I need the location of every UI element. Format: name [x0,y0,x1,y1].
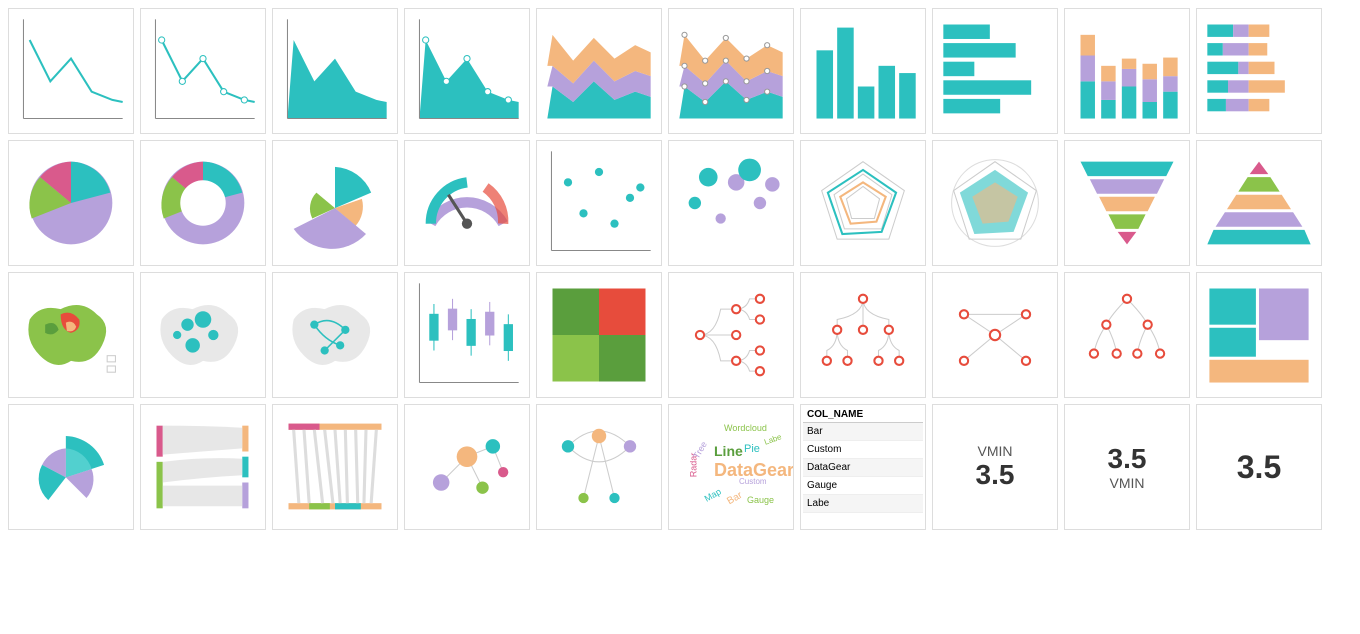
table-row[interactable]: Labe [803,495,923,513]
metric-label: VMIN [1110,475,1145,491]
chart-radar-filled[interactable] [932,140,1058,266]
table-row[interactable]: Gauge [803,477,923,495]
chart-map-lines[interactable] [272,272,398,398]
chart-heatmap[interactable] [536,272,662,398]
chart-metric-2[interactable]: 3.5 VMIN [1064,404,1190,530]
chart-tree-binary[interactable] [1064,272,1190,398]
chart-funnel[interactable] [1064,140,1190,266]
chart-map-choropleth[interactable] [8,272,134,398]
chart-treemap[interactable] [1196,272,1322,398]
chart-line-marker[interactable] [140,8,266,134]
chart-donut[interactable] [140,140,266,266]
chart-force-graph[interactable] [404,404,530,530]
chart-gallery: DataGear Wordcloud Labe Pie Line Custom … [8,8,1352,530]
metric-value: 3.5 [1237,449,1281,486]
chart-area-stacked-marker[interactable] [668,8,794,134]
metric-label: VMIN [978,443,1013,459]
chart-area-marker[interactable] [404,8,530,134]
chart-tree-vertical[interactable] [800,272,926,398]
chart-pie[interactable] [8,140,134,266]
chart-wordcloud[interactable]: DataGear Wordcloud Labe Pie Line Custom … [668,404,794,530]
metric-value: 3.5 [976,459,1015,491]
table-header: COL_NAME [803,407,923,423]
chart-line-basic[interactable] [8,8,134,134]
chart-parallel[interactable] [272,404,398,530]
chart-map-scatter[interactable] [140,272,266,398]
chart-graph[interactable] [932,272,1058,398]
table-body[interactable]: Bar Custom DataGear Gauge Labe [803,423,923,521]
chart-sunburst[interactable] [8,404,134,530]
chart-pyramid[interactable] [1196,140,1322,266]
chart-area-stacked[interactable] [536,8,662,134]
chart-tree-horizontal[interactable] [668,272,794,398]
chart-table[interactable]: COL_NAME Bar Custom DataGear Gauge Labe [800,404,926,530]
chart-bubble[interactable] [668,140,794,266]
chart-scatter[interactable] [536,140,662,266]
table-row[interactable]: DataGear [803,459,923,477]
chart-gauge[interactable] [404,140,530,266]
chart-radar[interactable] [800,140,926,266]
chart-sankey[interactable] [140,404,266,530]
chart-metric-3[interactable]: 3.5 [1196,404,1322,530]
metric-value: 3.5 [1108,443,1147,475]
chart-bar-horizontal[interactable] [932,8,1058,134]
chart-rose[interactable] [272,140,398,266]
chart-bar-stacked-v[interactable] [1064,8,1190,134]
chart-bar-stacked-h[interactable] [1196,8,1322,134]
chart-relation[interactable] [536,404,662,530]
chart-metric-1[interactable]: VMIN 3.5 [932,404,1058,530]
chart-area-basic[interactable] [272,8,398,134]
chart-bar-vertical[interactable] [800,8,926,134]
table-row[interactable]: Bar [803,423,923,441]
table-row[interactable]: Custom [803,441,923,459]
chart-candlestick[interactable] [404,272,530,398]
